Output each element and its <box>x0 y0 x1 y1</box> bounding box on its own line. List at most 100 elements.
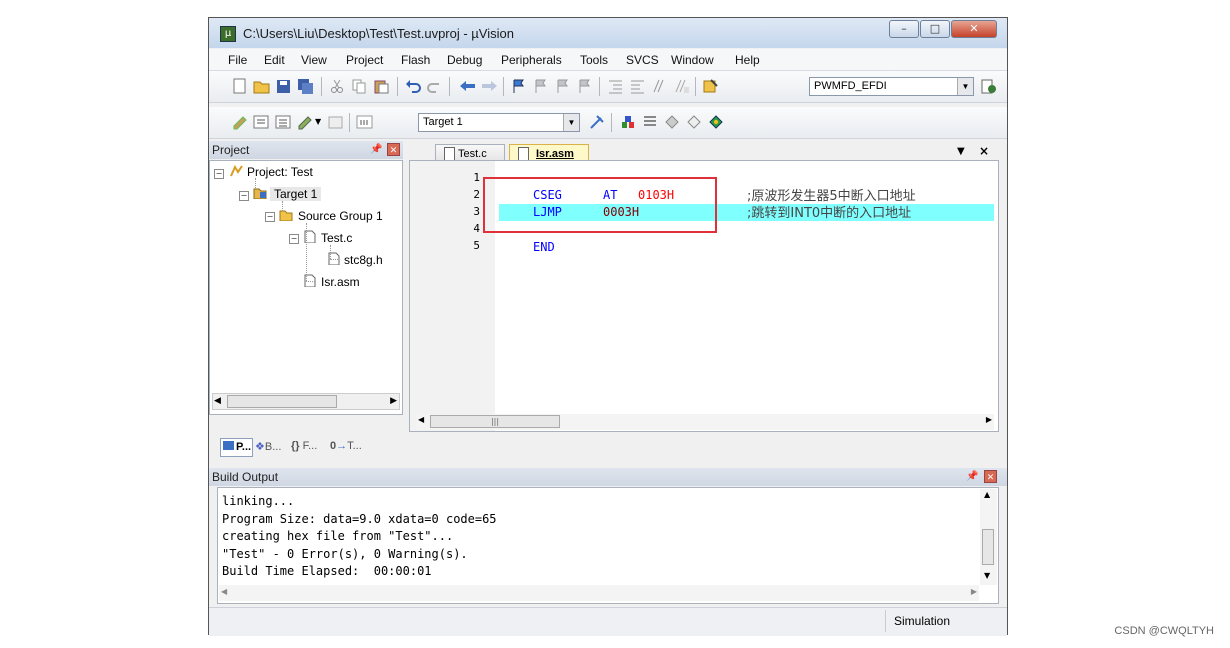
scroll-down-icon[interactable]: ▼ <box>984 571 990 580</box>
copy-icon[interactable] <box>351 78 368 94</box>
collapse-icon[interactable]: − <box>239 191 249 201</box>
tab-templates[interactable]: 0→T... <box>330 440 362 452</box>
tree-source-group[interactable]: Source Group 1 <box>298 209 383 223</box>
redo-icon[interactable] <box>427 78 444 94</box>
select-pack-icon[interactable] <box>686 114 703 130</box>
tree-horizontal-scrollbar[interactable]: ◀ ▶ <box>212 393 400 410</box>
scroll-right-icon[interactable]: ▶ <box>390 394 397 409</box>
new-file-icon[interactable] <box>231 78 248 94</box>
menu-file[interactable]: File <box>228 53 247 67</box>
open-folder-icon[interactable] <box>253 78 270 94</box>
maximize-button[interactable]: □ <box>920 20 950 38</box>
books-icon: ❖ <box>255 441 265 453</box>
tab-functions[interactable]: {} F... <box>291 440 317 452</box>
menu-svcs[interactable]: SVCS <box>626 53 659 67</box>
collapse-icon[interactable]: − <box>289 234 299 244</box>
save-all-icon[interactable] <box>297 78 314 94</box>
comment-icon[interactable] <box>651 78 668 94</box>
tab-project[interactable]: P... <box>220 438 253 457</box>
tree-project-root[interactable]: Project: Test <box>247 165 313 179</box>
menu-bar: File Edit View Project Flash Debug Perip… <box>209 49 1007 71</box>
scroll-thumb[interactable]: ||| <box>430 415 560 428</box>
build-toolbar: ▼ Target 1 ▼ <box>209 107 1007 139</box>
rebuild-icon[interactable] <box>275 114 292 130</box>
output-line: creating hex file from "Test"... <box>222 529 454 543</box>
code-keyword: END <box>533 240 555 254</box>
download-icon[interactable] <box>356 114 373 130</box>
paste-icon[interactable] <box>373 78 390 94</box>
save-icon[interactable] <box>275 78 292 94</box>
minimize-button[interactable]: – <box>889 20 919 38</box>
menu-debug[interactable]: Debug <box>447 53 482 67</box>
menu-project[interactable]: Project <box>346 53 383 67</box>
menu-peripherals[interactable]: Peripherals <box>501 53 562 67</box>
build-output-title: Build Output <box>212 470 279 484</box>
manage-components-icon[interactable] <box>620 114 637 130</box>
uncomment-icon[interactable] <box>673 78 690 94</box>
output-vertical-scrollbar[interactable]: ▲ ▼ <box>980 489 997 585</box>
tree-file-stc8g-h[interactable]: stc8g.h <box>344 253 383 267</box>
scroll-up-icon[interactable]: ▲ <box>984 490 990 499</box>
pin-icon[interactable]: 📌 <box>370 141 382 159</box>
menu-help[interactable]: Help <box>735 53 760 67</box>
target-combo[interactable]: Target 1 ▼ <box>418 113 580 132</box>
translate-icon[interactable] <box>231 114 248 130</box>
scroll-thumb[interactable] <box>227 395 337 408</box>
prev-bookmark-icon[interactable] <box>533 78 550 94</box>
close-editor-icon[interactable]: × <box>979 144 989 158</box>
window-title: C:\Users\Liu\Desktop\Test\Test.uvproj - … <box>243 26 514 41</box>
bookmark-icon[interactable] <box>511 78 528 94</box>
scroll-thumb[interactable] <box>982 529 994 565</box>
configure-icon[interactable] <box>980 78 997 94</box>
collapse-icon[interactable]: − <box>265 212 275 222</box>
batch-build-icon[interactable] <box>297 114 314 130</box>
find-in-files-icon[interactable] <box>703 78 720 94</box>
indent-icon[interactable] <box>607 78 624 94</box>
code-comment: ;跳转到INT0中断的入口地址 <box>747 206 912 221</box>
collapse-icon[interactable]: − <box>214 169 224 179</box>
code-editor[interactable]: 1 2 3 4 5 CSEG AT 0103H ;原波形发生器5中断入口地址 L… <box>409 160 999 432</box>
scroll-left-icon[interactable]: ◀ <box>221 587 227 596</box>
close-panel-icon[interactable]: ✕ <box>984 470 997 483</box>
uvision-app-icon: µ <box>220 26 236 42</box>
output-horizontal-scrollbar[interactable]: ◀ ▶ <box>219 585 979 601</box>
editor-horizontal-scrollbar[interactable]: ◀ ||| ▶ <box>416 414 994 430</box>
tree-target[interactable]: Target 1 <box>270 187 322 201</box>
device-combo[interactable]: PWMFD_EFDI ▼ <box>809 77 974 96</box>
menu-flash[interactable]: Flash <box>401 53 430 67</box>
navigate-forward-icon[interactable] <box>481 78 498 94</box>
clear-bookmarks-icon[interactable] <box>577 78 594 94</box>
scroll-right-icon[interactable]: ▶ <box>971 587 977 596</box>
manage-runtime-icon[interactable] <box>708 114 725 130</box>
scroll-left-icon[interactable]: ◀ <box>214 394 221 409</box>
scroll-right-icon[interactable]: ▶ <box>986 415 992 424</box>
menu-view[interactable]: View <box>301 53 327 67</box>
undo-icon[interactable] <box>405 78 422 94</box>
cut-icon[interactable] <box>329 78 346 94</box>
target-options-icon[interactable] <box>589 114 606 130</box>
menu-tools[interactable]: Tools <box>580 53 608 67</box>
tree-file-test-c[interactable]: Test.c <box>321 231 352 245</box>
menu-edit[interactable]: Edit <box>264 53 285 67</box>
templates-icon: 0→ <box>330 440 348 452</box>
scroll-left-icon[interactable]: ◀ <box>418 415 424 424</box>
batch-dropdown-icon[interactable]: ▼ <box>315 117 321 126</box>
chevron-down-icon: ▼ <box>563 114 579 131</box>
close-button[interactable]: ✕ <box>951 20 997 38</box>
close-panel-icon[interactable]: ✕ <box>387 143 400 156</box>
line-number: 5 <box>473 239 480 252</box>
line-number: 3 <box>473 205 480 218</box>
unindent-icon[interactable] <box>629 78 646 94</box>
tab-list-dropdown-icon[interactable]: ▼ <box>957 146 965 157</box>
tree-file-isr-asm[interactable]: Isr.asm <box>321 275 360 289</box>
navigate-back-icon[interactable] <box>459 78 476 94</box>
menu-window[interactable]: Window <box>671 53 714 67</box>
tab-books[interactable]: ❖B... <box>255 440 281 453</box>
stop-build-icon[interactable] <box>327 114 344 130</box>
pin-icon[interactable]: 📌 <box>966 468 978 486</box>
file-extensions-icon[interactable] <box>642 114 659 130</box>
build-icon[interactable] <box>253 114 270 130</box>
pack-installer-icon[interactable] <box>664 114 681 130</box>
next-bookmark-icon[interactable] <box>555 78 572 94</box>
title-bar: µ C:\Users\Liu\Desktop\Test\Test.uvproj … <box>209 18 1007 48</box>
